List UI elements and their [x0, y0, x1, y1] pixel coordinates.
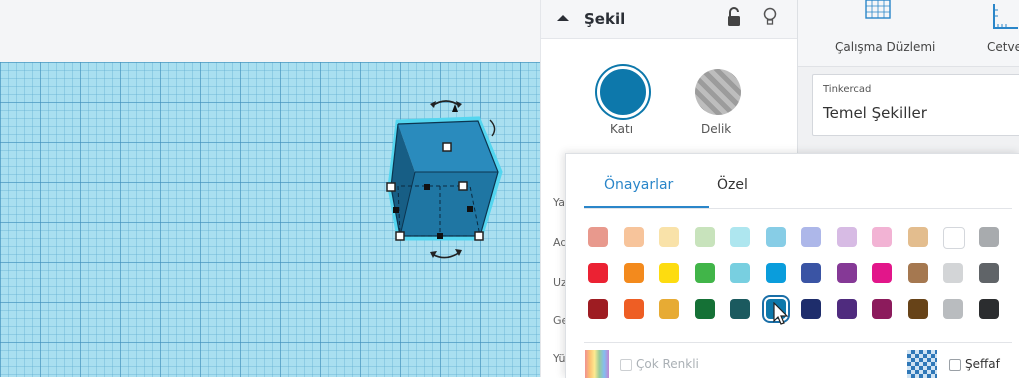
color-swatch[interactable] [943, 263, 963, 283]
color-swatch[interactable] [978, 263, 999, 283]
active-tab-indicator [584, 206, 709, 208]
color-swatch[interactable] [765, 227, 786, 247]
mouse-cursor-icon [773, 302, 789, 325]
inspector-title: Şekil [584, 10, 626, 28]
color-swatch[interactable] [801, 227, 821, 247]
color-swatch[interactable] [801, 263, 821, 283]
transparent-label: Şeffaf [965, 357, 1000, 371]
category-source: Tinkercad [823, 84, 872, 95]
lightbulb-icon[interactable] [761, 6, 779, 28]
divider [584, 342, 1012, 343]
rotate-bottom-icon[interactable] [431, 251, 461, 259]
color-swatch[interactable] [978, 299, 999, 319]
inspector-row-label: Yü [553, 352, 566, 365]
color-swatch[interactable] [872, 263, 892, 283]
multicolor-label: Çok Renkli [636, 357, 699, 371]
color-swatch[interactable] [836, 227, 857, 247]
color-swatch[interactable] [907, 263, 928, 283]
color-swatch[interactable] [694, 263, 715, 283]
color-swatch[interactable] [588, 263, 608, 283]
color-swatch[interactable] [588, 299, 608, 319]
inspector-header: Şekil [541, 0, 797, 39]
multicolor-icon [585, 350, 609, 378]
color-swatch[interactable] [730, 263, 750, 283]
color-swatch[interactable] [801, 299, 821, 319]
color-picker-popup: Önayarlar Özel Çok Renkli Şeffaf [565, 153, 1019, 378]
color-swatch[interactable] [943, 227, 965, 249]
color-swatch[interactable] [659, 227, 679, 247]
inspector-row-label: Ya [553, 196, 565, 209]
color-swatch[interactable] [694, 299, 715, 319]
color-swatch[interactable] [943, 299, 963, 319]
lock-icon[interactable] [725, 6, 743, 28]
color-swatch[interactable] [694, 227, 715, 247]
category-name: Temel Şekiller [823, 104, 927, 122]
transparent-checkbox[interactable] [949, 359, 961, 371]
color-swatch[interactable] [907, 227, 928, 247]
color-swatch[interactable] [765, 263, 786, 283]
solid-color-button[interactable] [597, 66, 649, 118]
color-swatch[interactable] [836, 299, 857, 319]
multicolor-checkbox[interactable] [620, 359, 632, 371]
ruler-icon[interactable] [990, 2, 1019, 32]
library-category-dropdown[interactable]: Tinkercad Temel Şekiller [812, 74, 1019, 136]
tab-custom[interactable]: Özel [717, 177, 748, 193]
hole-label: Delik [701, 122, 732, 136]
transparent-icon [907, 350, 937, 378]
color-swatch[interactable] [872, 299, 892, 319]
rotate-side-icon[interactable] [489, 119, 496, 137]
solid-label: Katı [610, 122, 634, 136]
color-swatch[interactable] [623, 263, 644, 283]
color-swatch[interactable] [836, 263, 857, 283]
tab-presets[interactable]: Önayarlar [604, 177, 673, 193]
color-swatch[interactable] [588, 227, 608, 247]
hole-button[interactable] [695, 69, 741, 115]
color-swatch[interactable] [623, 227, 644, 247]
color-swatch[interactable] [872, 227, 892, 247]
workplane-icon[interactable] [862, 0, 894, 28]
color-swatch[interactable] [907, 299, 928, 319]
library-toolbar: Çalışma Düzlemi Cetve [798, 0, 1019, 67]
color-swatch[interactable] [659, 299, 679, 319]
workplane-label[interactable]: Çalışma Düzlemi [835, 40, 935, 54]
tab-divider [584, 208, 1012, 209]
color-swatch[interactable] [730, 227, 750, 247]
collapse-icon[interactable] [554, 9, 572, 27]
lift-cone-icon[interactable] [452, 104, 458, 112]
box-shape[interactable] [378, 92, 518, 262]
ruler-label[interactable]: Cetve [987, 40, 1019, 54]
color-swatch[interactable] [659, 263, 679, 283]
color-swatch[interactable] [623, 299, 644, 319]
rotate-top-icon[interactable] [431, 100, 461, 107]
color-swatch[interactable] [978, 227, 999, 247]
color-swatch[interactable] [730, 299, 750, 319]
